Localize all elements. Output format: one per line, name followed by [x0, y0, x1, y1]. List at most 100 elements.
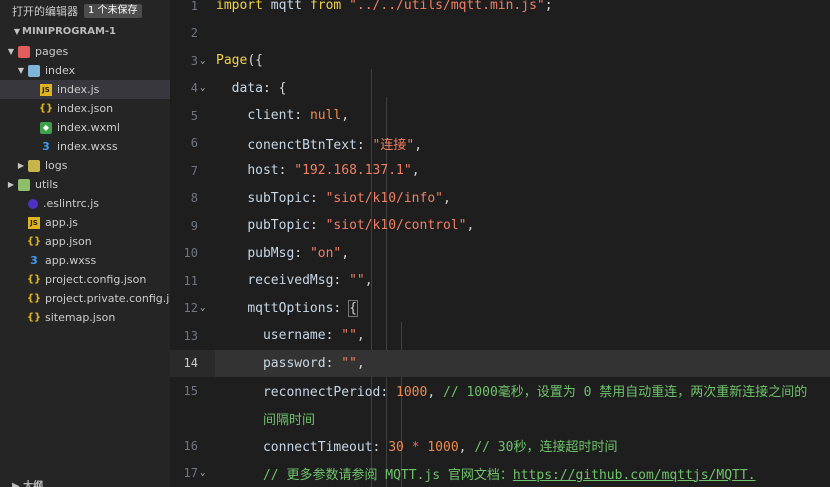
line-number: 8	[190, 191, 198, 206]
tree-item-label: index	[45, 64, 76, 77]
open-editors-title: 打开的编辑器	[12, 5, 78, 18]
eslint-icon	[28, 198, 38, 209]
line-number: 14	[183, 356, 198, 371]
string-literal: "siot/k10/control"	[325, 218, 467, 234]
chevron-right-icon: ▶	[17, 161, 25, 170]
property-key: receivedMsg	[247, 273, 334, 289]
punctuation: ,	[356, 328, 365, 344]
punctuation: ,	[364, 273, 373, 289]
tree-item-label: app.wxss	[45, 254, 97, 267]
string-literal: ""	[349, 273, 365, 289]
keyword-from: from	[309, 0, 342, 14]
code-line: 13 username: "",	[170, 322, 830, 350]
punctuation: :	[325, 328, 342, 344]
open-editors-header[interactable]: 打开的编辑器 1 个未保存	[0, 0, 170, 22]
number-literal: 30	[388, 440, 404, 456]
code-line: 8 subTopic: "siot/k10/info",	[170, 185, 830, 213]
wxml-file-icon: ◆	[40, 121, 52, 134]
semicolon: ;	[544, 0, 553, 14]
wxss-file-icon: 3	[30, 254, 38, 267]
tree-item-label: app.json	[45, 235, 92, 248]
number-literal: 1000	[396, 385, 428, 401]
code-line: 4 ⌄ data: {	[170, 75, 830, 103]
outline-header[interactable]: ▶ 大纲	[12, 477, 43, 487]
matched-brace: {	[348, 299, 358, 317]
outline-label: 大纲	[23, 481, 44, 487]
js-file-icon: JS	[40, 83, 52, 96]
code-line: 11 receivedMsg: "",	[170, 267, 830, 295]
folder-icon	[28, 159, 40, 172]
tree-item-index-wxml[interactable]: ◆ index.wxml	[0, 118, 170, 137]
tree-item-project-config[interactable]: {} project.config.json	[0, 270, 170, 289]
chevron-down-icon[interactable]: ⌄	[200, 83, 205, 93]
tree-item-label: logs	[45, 159, 68, 172]
chevron-down-icon: ▼	[17, 66, 25, 75]
comment: // 更多参数请参阅 MQTT.js 官网文档：	[262, 467, 513, 483]
tree-item-app-js[interactable]: JS app.js	[0, 213, 170, 232]
punctuation: ,	[466, 218, 475, 234]
punctuation: : {	[262, 80, 287, 96]
tree-item-eslintrc[interactable]: .eslintrc.js	[0, 194, 170, 213]
string-literal: "siot/k10/info"	[325, 190, 443, 206]
tree-item-utils[interactable]: ▶ utils	[0, 175, 170, 194]
project-name: MINIPROGRAM-1	[22, 25, 116, 37]
tree-item-index-json[interactable]: {} index.json	[0, 99, 170, 118]
punctuation: :	[309, 218, 326, 234]
folder-icon	[18, 178, 30, 191]
tree-item-sitemap[interactable]: {} sitemap.json	[0, 308, 170, 327]
string-literal: "192.168.137.1"	[294, 163, 412, 179]
current-line: 14 password: "",	[170, 349, 830, 377]
tree-item-label: index.wxss	[57, 140, 118, 153]
chevron-down-icon[interactable]: ⌄	[200, 56, 205, 66]
project-header[interactable]: ▼ MINIPROGRAM-1	[0, 22, 170, 40]
tree-item-app-json[interactable]: {} app.json	[0, 232, 170, 251]
punctuation: ({	[247, 53, 263, 69]
json-file-icon: {}	[26, 312, 42, 323]
tree-item-index-wxss[interactable]: 3 index.wxss	[0, 137, 170, 156]
tree-item-index-js[interactable]: JS index.js	[0, 80, 170, 99]
punctuation: :	[356, 137, 373, 153]
punctuation: ,	[341, 245, 350, 261]
code-editor[interactable]: 1 import mqtt from "../../utils/mqtt.min…	[170, 0, 830, 487]
tree-item-pages[interactable]: ▼ pages	[0, 42, 170, 61]
code-line: 7 host: "192.168.137.1",	[170, 157, 830, 185]
property-key: mqttOptions	[247, 300, 334, 316]
tree-item-logs[interactable]: ▶ logs	[0, 156, 170, 175]
punctuation: :	[294, 245, 310, 261]
code-line: 9 pubTopic: "siot/k10/control",	[170, 212, 830, 240]
tree-item-label: .eslintrc.js	[43, 197, 100, 210]
line-number: 12	[183, 301, 198, 316]
json-file-icon: {}	[26, 236, 42, 247]
comment: // 30秒，连接超时时间	[474, 440, 618, 456]
property-key: reconnectPeriod	[262, 385, 381, 401]
ide-window: 打开的编辑器 1 个未保存 ▼ MINIPROGRAM-1 ▼ pages ▼ …	[0, 0, 830, 487]
function-call: Page	[216, 53, 248, 69]
json-file-icon: {}	[26, 293, 42, 304]
punctuation: ,	[411, 163, 420, 179]
property-key: subTopic	[247, 190, 310, 206]
property-key: data	[231, 80, 263, 96]
punctuation: :	[325, 355, 342, 371]
tree-item-index-folder[interactable]: ▼ index	[0, 61, 170, 80]
property-key: host	[247, 163, 279, 179]
punctuation: :	[333, 300, 350, 316]
tree-item-app-wxss[interactable]: 3 app.wxss	[0, 251, 170, 270]
tree-item-label: sitemap.json	[45, 311, 116, 324]
tree-item-label: index.js	[57, 83, 100, 96]
tree-item-label: project.config.json	[45, 273, 147, 286]
chevron-down-icon[interactable]: ⌄	[200, 303, 205, 313]
string-literal: "../../utils/mqtt.min.js"	[341, 0, 545, 14]
code-line: 1 import mqtt from "../../utils/mqtt.min…	[170, 0, 830, 20]
tree-item-label: index.wxml	[57, 121, 120, 134]
number-literal: 1000	[427, 440, 459, 456]
chevron-right-icon: ▶	[7, 180, 15, 189]
json-file-icon: {}	[38, 103, 54, 114]
punctuation: ,	[458, 440, 475, 456]
file-explorer: 打开的编辑器 1 个未保存 ▼ MINIPROGRAM-1 ▼ pages ▼ …	[0, 0, 170, 487]
code-line-wrapped: 间隔时间	[170, 405, 830, 433]
chevron-down-icon[interactable]: ⌄	[200, 468, 205, 478]
tree-item-project-private-config[interactable]: {} project.private.config.js...	[0, 289, 170, 308]
doc-link[interactable]: https://github.com/mqttjs/MQTT.	[513, 468, 756, 483]
punctuation: ,	[356, 355, 365, 371]
property-key: conenctBtnText	[247, 137, 357, 153]
